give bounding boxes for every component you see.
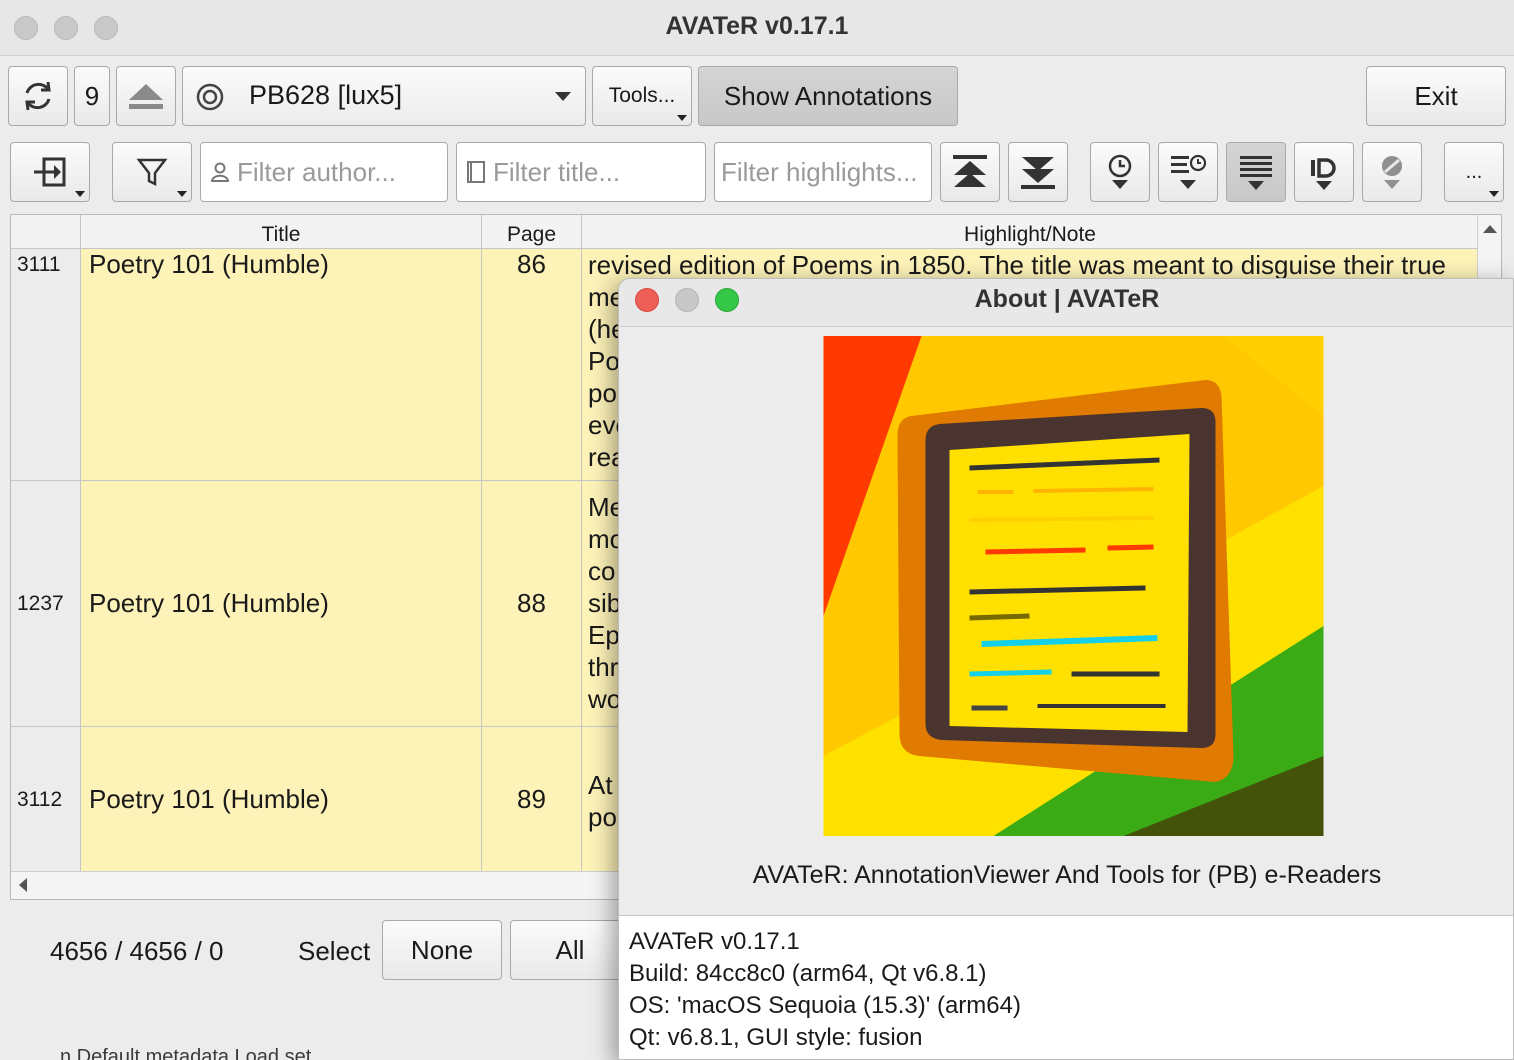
menu-indicator-icon [677, 115, 687, 121]
select-none-button[interactable]: None [382, 920, 502, 980]
row-number: 1237 [11, 481, 81, 727]
app-logo [823, 336, 1324, 836]
more-label: ... [1465, 160, 1483, 183]
row-number-header [11, 215, 81, 249]
about-info-line: Qt: v6.8.1, GUI style: fusion [629, 1024, 923, 1051]
about-dialog: About | AVATeR AVATeR: AnnotationViewer … [618, 278, 1514, 1060]
column-header-title[interactable]: Title [81, 215, 482, 249]
scroll-left-icon [19, 878, 27, 892]
select-label: Select [298, 936, 371, 966]
device-name: PB628 [lux5] [249, 80, 403, 110]
user-icon [209, 161, 231, 183]
sort-by-id-button[interactable] [1294, 142, 1354, 202]
about-info-line: OS: 'macOS Sequoia (15.3)' (arm64) [629, 992, 1021, 1019]
cell-title: Poetry 101 (Humble) [81, 249, 482, 481]
import-button[interactable] [10, 142, 90, 202]
book-icon [465, 160, 487, 184]
eject-button[interactable] [116, 66, 176, 126]
arrow-to-top-icon [953, 155, 987, 187]
tools-label: Tools... [608, 84, 676, 107]
sort-list-date-button[interactable] [1158, 142, 1218, 202]
filter-author-placeholder: Filter author... [237, 156, 396, 187]
chevron-down-icon [555, 92, 571, 101]
scroll-bottom-button[interactable] [1008, 142, 1068, 202]
cell-title: Poetry 101 (Humble) [81, 481, 482, 727]
about-info-panel[interactable]: AVATeR v0.17.1 Build: 84cc8c0 (arm64, Qt… [619, 915, 1513, 1059]
menu-indicator-icon [177, 191, 187, 197]
column-header-page[interactable]: Page [482, 215, 582, 249]
menu-indicator-icon [75, 191, 85, 197]
filter-highlights-input[interactable]: Filter highlights... [714, 142, 932, 202]
about-title-bar: About | AVATeR [619, 279, 1513, 327]
menu-indicator-icon [1489, 191, 1499, 197]
row-number: 3112 [11, 727, 81, 873]
cell-title: Poetry 101 (Humble) [81, 727, 482, 873]
filter-title-placeholder: Filter title... [493, 156, 621, 187]
scroll-up-icon [1483, 225, 1497, 233]
exit-button[interactable]: Exit [1366, 66, 1506, 126]
device-select[interactable]: PB628 [lux5] [182, 66, 586, 126]
erase-button[interactable] [1362, 142, 1422, 202]
row-number: 3111 [11, 249, 81, 481]
tools-menu-button[interactable]: Tools... [592, 66, 692, 126]
filter-highlights-placeholder: Filter highlights... [721, 156, 918, 187]
sort-by-date-button[interactable] [1090, 142, 1150, 202]
more-options-button[interactable]: ... [1444, 142, 1504, 202]
clock-icon [1108, 154, 1132, 189]
annotation-counts: 4656 / 4656 / 0 [50, 936, 224, 966]
sort-by-position-button[interactable] [1226, 142, 1286, 202]
column-header-highlight[interactable]: Highlight/Note [582, 215, 1479, 249]
eraser-icon [1382, 156, 1402, 189]
background-window-text: n Default metadata Load set [60, 1046, 312, 1060]
filter-author-input[interactable]: Filter author... [200, 142, 448, 202]
show-annotations-button[interactable]: Show Annotations [698, 66, 958, 126]
about-info-line: Build: 84cc8c0 (arm64, Qt v6.8.1) [629, 960, 987, 987]
device-icon [196, 83, 224, 111]
arrow-to-bottom-icon [1021, 157, 1055, 189]
highlight-line: revised edition of Poems in 1850. The ti… [588, 250, 1446, 280]
list-lines-icon [1240, 156, 1272, 190]
filter-icon [136, 158, 168, 187]
filter-title-input[interactable]: Filter title... [456, 142, 706, 202]
filter-button[interactable] [112, 142, 192, 202]
id-icon [1311, 158, 1336, 190]
select-all-button[interactable]: All [510, 920, 630, 980]
refresh-icon [25, 81, 51, 111]
cell-page: 88 [482, 481, 582, 727]
cell-page: 86 [482, 249, 582, 481]
device-count: 9 [74, 66, 110, 126]
refresh-button[interactable] [8, 66, 68, 126]
list-clock-icon [1171, 154, 1207, 189]
cell-page: 89 [482, 727, 582, 873]
scroll-top-button[interactable] [940, 142, 1000, 202]
about-caption: AVATeR: AnnotationViewer And Tools for (… [752, 861, 1382, 889]
import-icon [34, 157, 66, 187]
eject-icon [129, 84, 163, 109]
title-bar: AVATeR v0.17.1 [0, 0, 1514, 56]
about-title: About | AVATeR [974, 285, 1160, 313]
window-title: AVATeR v0.17.1 [665, 12, 849, 40]
about-info-line: AVATeR v0.17.1 [629, 928, 800, 955]
